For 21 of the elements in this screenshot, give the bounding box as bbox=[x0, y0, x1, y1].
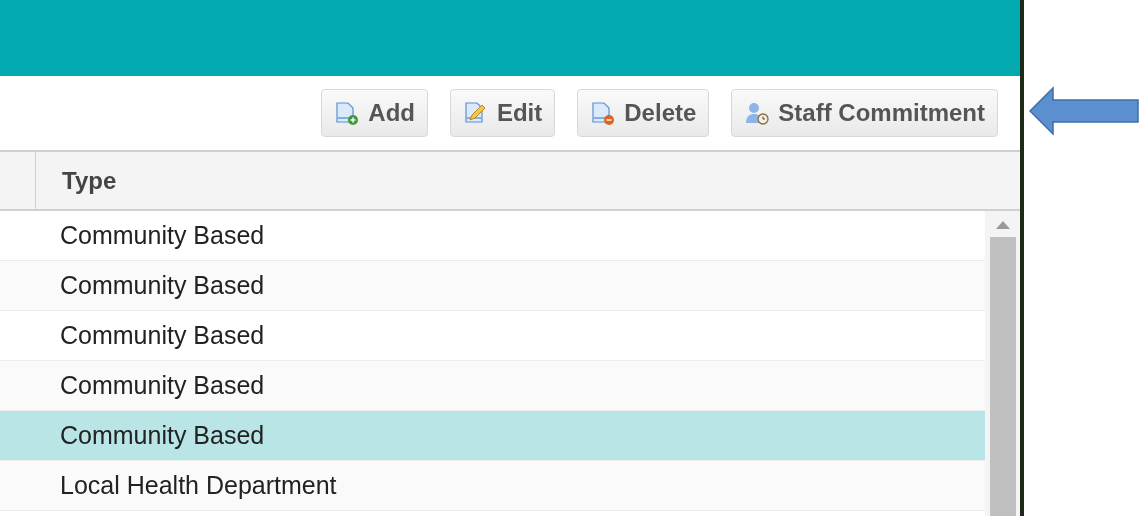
toolbar-button[interactable]: Staff Commitment bbox=[731, 89, 998, 137]
column-header[interactable]: Type bbox=[62, 162, 117, 199]
scroll-thumb[interactable] bbox=[989, 237, 1016, 516]
table-row[interactable]: Community Based bbox=[0, 261, 985, 311]
table-row[interactable]: Community Based bbox=[0, 411, 985, 461]
table-cell-text: Community Based bbox=[60, 419, 265, 451]
table-cell-text: Community Based bbox=[60, 269, 265, 301]
table-cell-text: Community Based bbox=[60, 319, 265, 351]
scroll-up-icon[interactable] bbox=[995, 221, 1010, 229]
table-cell-text: Community Based bbox=[60, 219, 265, 251]
table-cell-text: Community Based bbox=[60, 369, 265, 401]
person-clock-icon bbox=[744, 101, 771, 125]
scrollbar[interactable] bbox=[985, 211, 1020, 516]
table-cell-text: Local Health Department bbox=[60, 469, 337, 501]
toolbar-button[interactable]: Edit bbox=[449, 89, 556, 137]
toolbar-button[interactable]: Delete bbox=[577, 89, 710, 137]
add-document-icon bbox=[334, 101, 361, 125]
remove-document-icon bbox=[590, 101, 617, 125]
toolbar-button[interactable]: Add bbox=[321, 89, 428, 137]
table-row[interactable]: Community Based bbox=[0, 361, 985, 411]
table-row[interactable]: Local Health Department bbox=[0, 461, 985, 511]
